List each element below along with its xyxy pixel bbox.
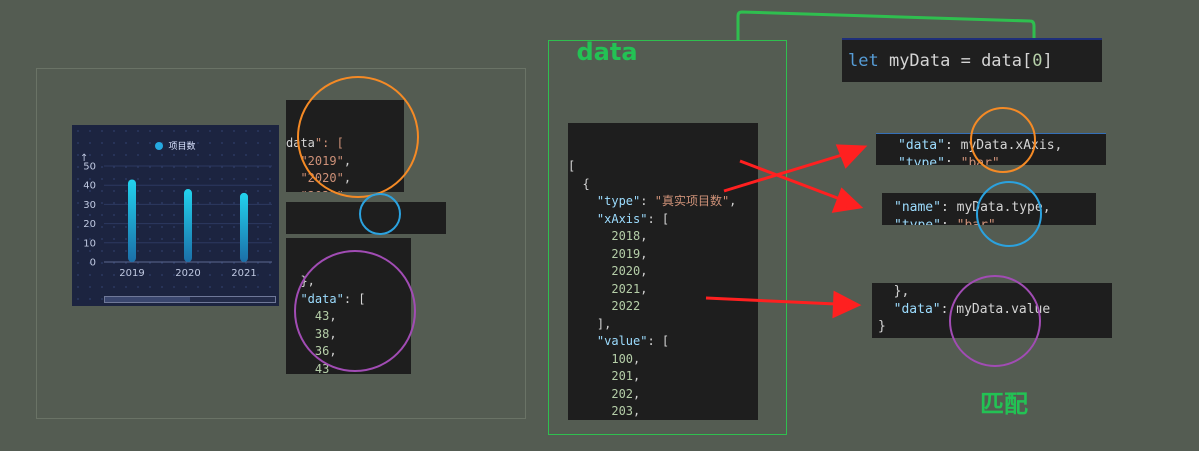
annotation-overlay — [294, 10, 1042, 372]
orange-circle-right — [970, 107, 1036, 173]
green-connector — [736, 10, 1036, 40]
blue-circle — [359, 193, 401, 235]
blue-circle-right — [976, 181, 1042, 247]
purple-circle-right — [949, 275, 1041, 367]
arrow-xaxis-to-data — [723, 144, 868, 193]
orange-circle — [297, 76, 419, 198]
purple-circle — [294, 250, 416, 372]
arrow-value-to-data — [705, 290, 862, 319]
